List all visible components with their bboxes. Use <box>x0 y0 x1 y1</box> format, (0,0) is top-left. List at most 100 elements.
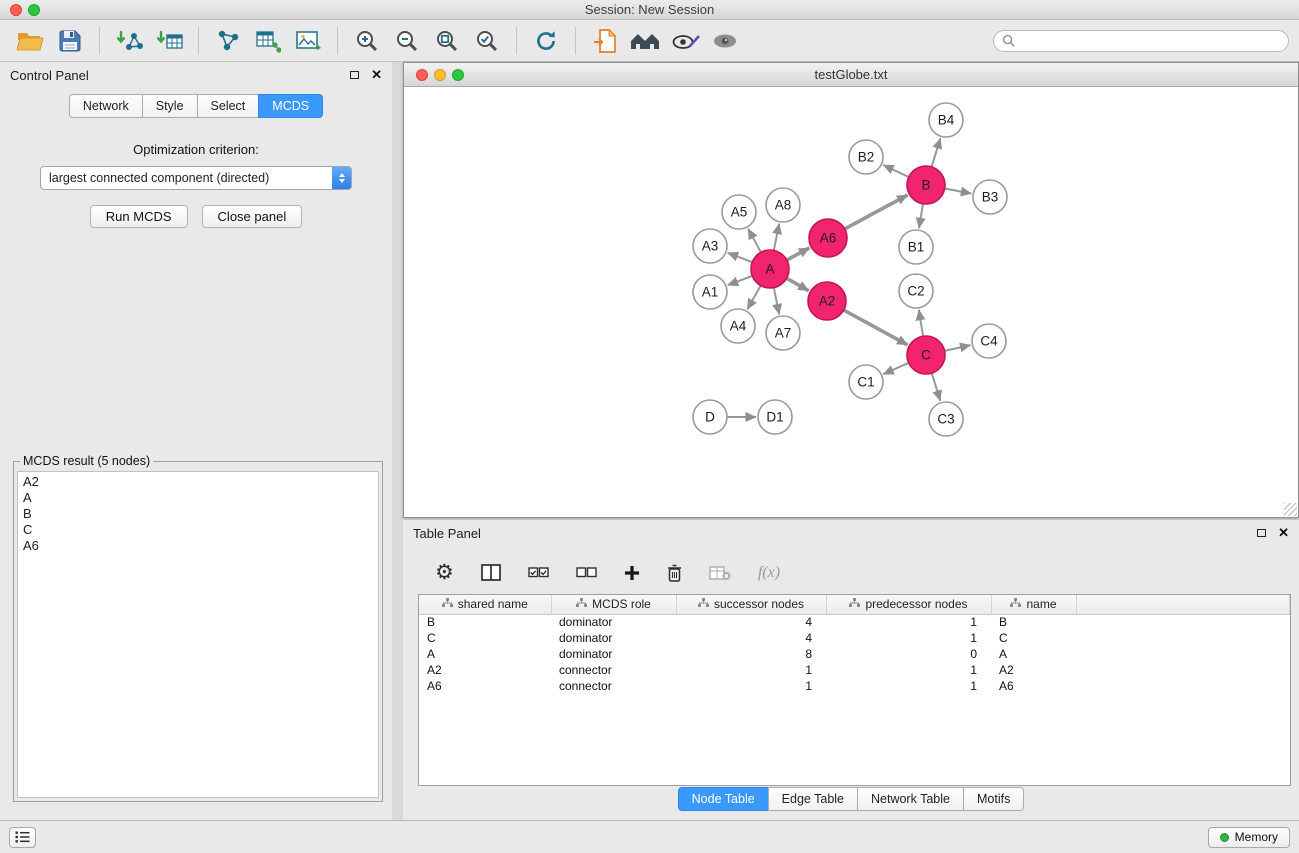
cell-successor-nodes[interactable]: 1 <box>676 678 826 694</box>
table-row[interactable]: Cdominator41C <box>419 630 1290 646</box>
select-all-rows-icon[interactable] <box>528 560 549 586</box>
graph-node-C2[interactable]: C2 <box>899 274 933 308</box>
graph-node-A1[interactable]: A1 <box>693 275 727 309</box>
graph-node-A7[interactable]: A7 <box>766 316 800 350</box>
tab-style[interactable]: Style <box>142 94 198 118</box>
cell-mcds-role[interactable]: dominator <box>551 630 676 646</box>
network-minimize-light[interactable] <box>434 69 446 81</box>
search-input[interactable] <box>1020 34 1280 48</box>
graph-edge-C-C2[interactable] <box>919 310 923 336</box>
graph-edge-A6-B[interactable] <box>845 195 908 229</box>
graph-edge-B-B2[interactable] <box>883 165 909 177</box>
cell-predecessor-nodes[interactable]: 1 <box>826 614 991 630</box>
graph-edge-C-C3[interactable] <box>932 373 941 401</box>
graph-node-D[interactable]: D <box>693 400 727 434</box>
cell-shared-name[interactable]: A2 <box>419 662 551 678</box>
column-visibility-icon[interactable] <box>481 560 501 586</box>
table-tab-edge-table[interactable]: Edge Table <box>768 787 858 811</box>
table-row[interactable]: A2connector11A2 <box>419 662 1290 678</box>
graph-node-D1[interactable]: D1 <box>758 400 792 434</box>
open-session-icon[interactable] <box>10 24 50 58</box>
column-header-predecessor-nodes[interactable]: predecessor nodes <box>826 595 991 614</box>
column-header-successor-nodes[interactable]: successor nodes <box>676 595 826 614</box>
graph-edge-A-A1[interactable] <box>728 276 753 285</box>
graph-edge-A-A5[interactable] <box>748 229 761 253</box>
cell-name[interactable]: A6 <box>991 678 1076 694</box>
graph-edge-A-A7[interactable] <box>774 288 779 315</box>
zoom-fit-icon[interactable] <box>427 24 467 58</box>
graph-edge-A-A4[interactable] <box>747 286 760 310</box>
graph-node-A4[interactable]: A4 <box>721 309 755 343</box>
graph-edge-A-A8[interactable] <box>774 224 779 251</box>
close-panel-icon[interactable]: ✕ <box>371 69 382 81</box>
refresh-view-icon[interactable] <box>526 24 566 58</box>
graph-node-A2[interactable]: A2 <box>808 282 846 320</box>
graph-edge-A-A2[interactable] <box>787 278 809 290</box>
float-panel-icon[interactable] <box>350 71 359 79</box>
memory-button[interactable]: Memory <box>1208 827 1290 848</box>
zoom-window-light[interactable] <box>28 4 40 16</box>
table-row[interactable]: Bdominator41B <box>419 614 1290 630</box>
graph-edge-C-C4[interactable] <box>945 345 971 351</box>
graph-node-C1[interactable]: C1 <box>849 365 883 399</box>
graph-node-B[interactable]: B <box>907 166 945 204</box>
cell-successor-nodes[interactable]: 8 <box>676 646 826 662</box>
table-row[interactable]: Adominator80A <box>419 646 1290 662</box>
cell-mcds-role[interactable]: connector <box>551 662 676 678</box>
delete-row-icon[interactable] <box>667 560 682 586</box>
cell-predecessor-nodes[interactable]: 1 <box>826 662 991 678</box>
cell-predecessor-nodes[interactable]: 0 <box>826 646 991 662</box>
export-image-icon[interactable] <box>288 24 328 58</box>
cell-name[interactable]: A <box>991 646 1076 662</box>
graph-edge-C-C1[interactable] <box>883 363 908 374</box>
graph-node-B4[interactable]: B4 <box>929 103 963 137</box>
cell-shared-name[interactable]: A6 <box>419 678 551 694</box>
cell-shared-name[interactable]: B <box>419 614 551 630</box>
import-network-from-file-icon[interactable] <box>109 24 149 58</box>
open-network-file-icon[interactable] <box>585 24 625 58</box>
column-header-mcds-role[interactable]: MCDS role <box>551 595 676 614</box>
show-hide-icon[interactable] <box>705 24 745 58</box>
search-field[interactable] <box>993 30 1289 52</box>
new-network-icon[interactable] <box>208 24 248 58</box>
function-builder-icon[interactable]: f(x) <box>758 560 780 586</box>
result-item[interactable]: C <box>23 522 373 538</box>
deselect-all-rows-icon[interactable] <box>576 560 597 586</box>
delete-table-icon[interactable] <box>709 560 731 586</box>
zoom-in-icon[interactable] <box>347 24 387 58</box>
cell-mcds-role[interactable]: dominator <box>551 614 676 630</box>
graph-edge-A-A6[interactable] <box>787 248 810 260</box>
cell-predecessor-nodes[interactable]: 1 <box>826 630 991 646</box>
cell-name[interactable]: A2 <box>991 662 1076 678</box>
cell-predecessor-nodes[interactable]: 1 <box>826 678 991 694</box>
cell-name[interactable]: B <box>991 614 1076 630</box>
graph-node-A8[interactable]: A8 <box>766 188 800 222</box>
graph-edge-B-B1[interactable] <box>919 204 923 228</box>
new-table-from-network-icon[interactable] <box>248 24 288 58</box>
network-close-light[interactable] <box>416 69 428 81</box>
tab-network[interactable]: Network <box>69 94 143 118</box>
style-details-icon[interactable] <box>665 24 705 58</box>
graph-node-A5[interactable]: A5 <box>722 195 756 229</box>
tab-mcds[interactable]: MCDS <box>258 94 323 118</box>
criterion-dropdown[interactable]: largest connected component (directed) <box>40 166 352 190</box>
cell-shared-name[interactable]: A <box>419 646 551 662</box>
table-tab-node-table[interactable]: Node Table <box>678 787 769 811</box>
network-window-titlebar[interactable]: testGlobe.txt <box>404 63 1298 87</box>
add-row-icon[interactable] <box>624 560 640 586</box>
cell-successor-nodes[interactable]: 1 <box>676 662 826 678</box>
task-history-button[interactable] <box>9 827 36 848</box>
network-zoom-light[interactable] <box>452 69 464 81</box>
float-table-panel-icon[interactable] <box>1257 529 1266 537</box>
node-table[interactable]: shared nameMCDS rolesuccessor nodesprede… <box>419 595 1290 694</box>
home-view-icon[interactable] <box>625 24 665 58</box>
result-item[interactable]: A6 <box>23 538 373 554</box>
network-canvas[interactable]: B4B2BB3A5A8A6A3B1AC2A1A2A4A7C4CC1C3DD1 <box>404 88 1298 517</box>
graph-node-A6[interactable]: A6 <box>809 219 847 257</box>
zoom-selected-icon[interactable] <box>467 24 507 58</box>
cell-mcds-role[interactable]: dominator <box>551 646 676 662</box>
table-tab-motifs[interactable]: Motifs <box>963 787 1024 811</box>
tab-select[interactable]: Select <box>197 94 260 118</box>
save-session-icon[interactable] <box>50 24 90 58</box>
result-item[interactable]: A2 <box>23 474 373 490</box>
